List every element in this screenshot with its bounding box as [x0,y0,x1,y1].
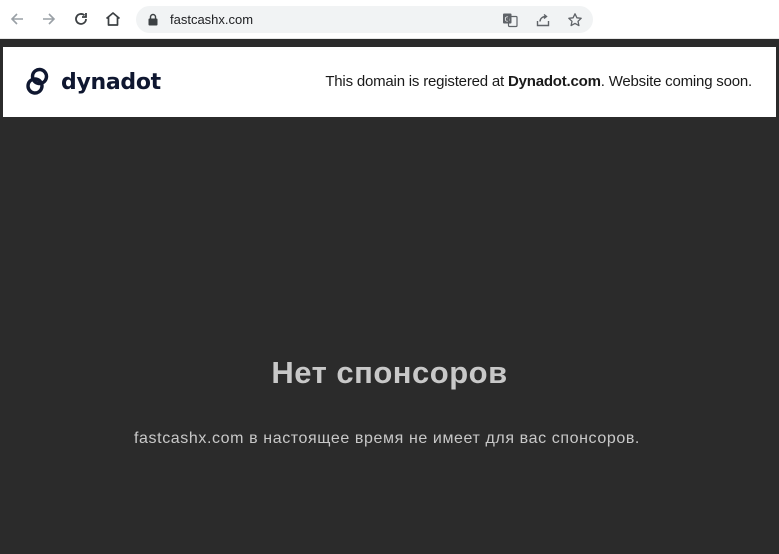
dynadot-logo-icon [26,67,49,95]
page-title: Нет спонсоров [271,355,508,390]
lock-icon[interactable] [147,13,159,26]
notice-suffix: . Website coming soon. [600,73,752,90]
home-icon[interactable] [102,8,124,30]
browser-toolbar: fastcashx.com G [0,0,779,39]
reload-icon[interactable] [70,8,92,30]
back-arrow-icon[interactable] [6,8,28,30]
registration-notice: This domain is registered at Dynadot.com… [325,47,752,117]
dynadot-banner: dynadot This domain is registered at Dyn… [3,47,776,117]
star-icon[interactable] [565,10,585,30]
logo-text: dynadot [61,69,161,95]
dynadot-logo[interactable]: dynadot [23,66,161,98]
page-content: dynadot This domain is registered at Dyn… [0,39,779,554]
translate-icon[interactable]: G [500,10,520,30]
address-bar[interactable]: fastcashx.com G [136,6,593,33]
url-text[interactable]: fastcashx.com [170,6,253,33]
page-description: fastcashx.com в настоящее время не имеет… [134,430,640,447]
dynadot-link[interactable]: Dynadot.com [508,73,601,90]
notice-prefix: This domain is registered at [325,73,508,90]
forward-arrow-icon[interactable] [38,8,60,30]
share-icon[interactable] [533,10,553,30]
